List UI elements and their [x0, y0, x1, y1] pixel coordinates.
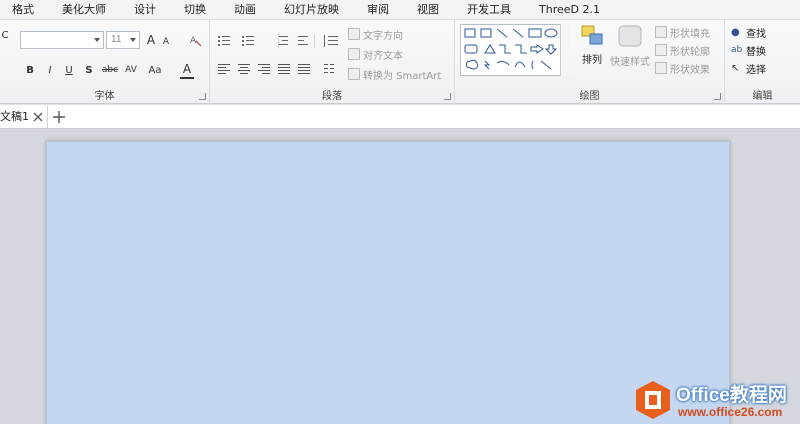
shape-fill-label: 形状填充 [670, 28, 710, 40]
text-direction-icon [348, 28, 360, 40]
align-text-icon [348, 48, 360, 60]
text-shadow-button[interactable]: S [83, 61, 95, 79]
bold-button[interactable]: B [24, 61, 36, 79]
paint-bucket-icon [655, 26, 667, 38]
slide-canvas[interactable] [46, 141, 730, 424]
font-color-button[interactable]: A [180, 61, 194, 79]
site-watermark: Office教程网 www.office26.com [630, 378, 800, 424]
shapes-icon [464, 28, 558, 70]
clear-format-icon[interactable]: C [0, 26, 10, 44]
watermark-title: Office教程网 [676, 385, 787, 406]
ribbon: C 11 A A A B I U S abc AV Aa A 字体 文字方向 对… [0, 20, 800, 104]
align-text-button[interactable]: 对齐文本 [348, 46, 403, 62]
text-direction-label: 文字方向 [363, 30, 403, 42]
find-button[interactable]: ● 查找 [731, 24, 766, 40]
font-group: C 11 A A A B I U S abc AV Aa A 字体 [0, 20, 210, 104]
drawing-group: 排列 快速样式 形状填充 形状轮廓 形状效果 绘图 [455, 20, 725, 104]
convert-to-smartart-label: 转换为 SmartArt [363, 70, 442, 82]
select-label: 选择 [746, 64, 766, 76]
replace-button[interactable]: ab 替换 [731, 42, 766, 58]
svg-text:A: A [190, 36, 197, 46]
select-button[interactable]: ↖ 选择 [731, 60, 766, 76]
tab-animations[interactable]: 动画 [220, 0, 270, 20]
plus-icon[interactable] [52, 110, 66, 124]
convert-to-smartart-button[interactable]: 转换为 SmartArt [348, 66, 441, 82]
shape-effects-label: 形状效果 [670, 64, 710, 76]
list-buttons-icon[interactable] [216, 34, 336, 48]
tab-format[interactable]: 格式 [0, 0, 48, 20]
font-dialog-launcher-icon[interactable] [199, 93, 206, 100]
text-direction-button[interactable]: 文字方向 [348, 26, 403, 42]
change-case-button[interactable]: Aa [146, 61, 164, 79]
quick-styles-icon [618, 25, 642, 47]
document-tab-label: 文稿1 [0, 110, 29, 123]
shape-outline-label: 形状轮廓 [670, 46, 710, 58]
binoculars-icon: ● [731, 26, 740, 38]
close-icon[interactable] [32, 111, 44, 123]
arrange-icon [581, 25, 603, 45]
font-size-combo[interactable]: 11 [106, 31, 140, 49]
tab-developer[interactable]: 开发工具 [453, 0, 525, 20]
drawing-dialog-launcher-icon[interactable] [714, 93, 721, 100]
document-tab-bar: 文稿1 [0, 105, 800, 129]
paragraph-group: 文字方向 对齐文本 转换为 SmartArt 段落 [210, 20, 455, 104]
font-size-value: 11 [111, 34, 122, 45]
clear-formatting-icon[interactable]: A [188, 31, 204, 49]
smartart-icon [348, 68, 360, 80]
paragraph-dialog-launcher-icon[interactable] [444, 93, 451, 100]
shape-effects-button[interactable]: 形状效果 [655, 60, 710, 76]
paragraph-group-label: 段落 [322, 91, 342, 102]
grow-font-button[interactable]: A [144, 31, 158, 49]
alignment-buttons-icon[interactable] [216, 62, 341, 76]
find-label: 查找 [746, 28, 766, 40]
watermark-url: www.office26.com [678, 405, 783, 419]
tab-threed[interactable]: ThreeD 2.1 [525, 0, 614, 20]
character-spacing-button[interactable]: AV [122, 61, 140, 79]
replace-label: 替换 [746, 46, 766, 58]
effects-icon [655, 62, 667, 74]
office-logo-icon [636, 381, 670, 419]
align-text-label: 对齐文本 [363, 50, 403, 62]
tab-view[interactable]: 视图 [403, 0, 453, 20]
drawing-group-label: 绘图 [579, 91, 600, 102]
quick-styles-label: 快速样式 [610, 57, 650, 68]
shapes-gallery[interactable] [460, 24, 570, 76]
arrange-label: 排列 [582, 55, 602, 66]
editing-group-label: 编辑 [752, 91, 773, 102]
ribbon-tab-bar: 格式 美化大师 设计 切换 动画 幻灯片放映 审阅 视图 开发工具 ThreeD… [0, 0, 800, 20]
pen-icon [655, 44, 667, 56]
quick-styles-button[interactable]: 快速样式 [609, 24, 651, 80]
tab-beautify-master[interactable]: 美化大师 [48, 0, 120, 20]
tab-transitions[interactable]: 切换 [170, 0, 220, 20]
shrink-font-button[interactable]: A [160, 33, 172, 51]
tab-review[interactable]: 审阅 [353, 0, 403, 20]
strikethrough-button[interactable]: abc [100, 61, 120, 79]
cursor-icon: ↖ [731, 62, 740, 74]
chevron-down-icon [130, 38, 136, 42]
editing-group: ● 查找 ab 替换 ↖ 选择 编辑 [725, 20, 800, 104]
replace-icon: ab [731, 45, 743, 55]
italic-button[interactable]: I [44, 61, 56, 79]
line-spacing-icon[interactable] [322, 34, 344, 48]
shape-fill-button[interactable]: 形状填充 [655, 24, 710, 40]
underline-button[interactable]: U [63, 61, 75, 79]
arrange-button[interactable]: 排列 [577, 24, 607, 80]
tab-design[interactable]: 设计 [120, 0, 170, 20]
gallery-scrollbar[interactable] [560, 24, 570, 76]
tab-slide-show[interactable]: 幻灯片放映 [270, 0, 353, 20]
shape-outline-button[interactable]: 形状轮廓 [655, 42, 710, 58]
font-name-combo[interactable] [20, 31, 104, 49]
chevron-down-icon [94, 38, 100, 42]
font-group-label: 字体 [94, 91, 115, 102]
